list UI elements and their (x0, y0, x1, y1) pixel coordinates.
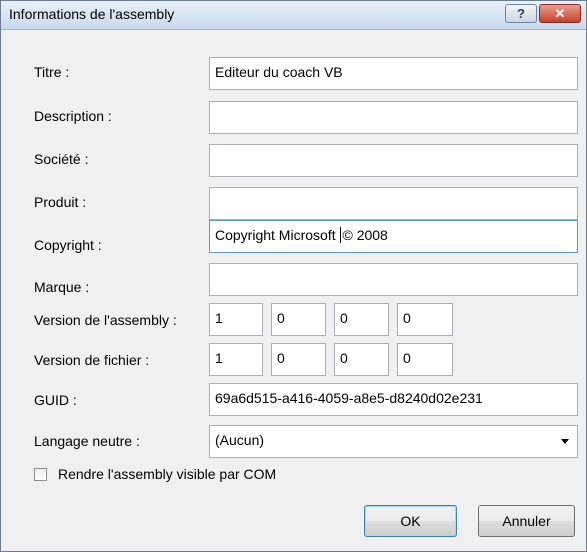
assembly-version-minor[interactable]: 0 (271, 303, 326, 336)
ok-button[interactable]: OK (364, 505, 457, 537)
help-icon: ? (517, 6, 525, 21)
file-version-build[interactable]: 0 (334, 343, 389, 376)
assembly-version-major[interactable]: 1 (209, 303, 263, 336)
product-label: Produit : (34, 194, 87, 210)
file-version-label: Version de fichier : (34, 352, 150, 368)
file-version-revision[interactable]: 0 (397, 343, 453, 376)
com-visible-checkbox[interactable] (34, 468, 47, 481)
company-field[interactable] (209, 144, 578, 177)
title-label: Titre : (34, 64, 70, 80)
copyright-field[interactable]: Copyright Microsoft © 2008 (209, 220, 578, 253)
assembly-version-build[interactable]: 0 (334, 303, 389, 336)
copyright-value-start: Copyright Microsoft (215, 227, 340, 243)
chevron-down-icon[interactable] (561, 439, 569, 444)
neutral-language-select[interactable]: (Aucun) (209, 425, 578, 458)
title-field[interactable]: Editeur du coach VB (209, 57, 578, 90)
company-label: Société : (34, 151, 89, 167)
description-field[interactable] (209, 101, 578, 134)
guid-label: GUID : (34, 392, 77, 408)
trademark-label: Marque : (34, 279, 90, 295)
title-bar[interactable]: Informations de l'assembly ? ✕ (1, 1, 586, 30)
trademark-field[interactable] (209, 263, 578, 296)
assembly-version-revision[interactable]: 0 (397, 303, 453, 336)
file-version-major[interactable]: 1 (209, 343, 263, 376)
product-field[interactable] (209, 187, 578, 220)
cancel-button[interactable]: Annuler (478, 505, 575, 537)
assembly-info-dialog: Informations de l'assembly ? ✕ Titre : E… (0, 0, 587, 552)
close-button[interactable]: ✕ (539, 4, 581, 23)
description-label: Description : (34, 108, 112, 124)
com-visible-label[interactable]: Rendre l'assembly visible par COM (58, 466, 276, 482)
file-version-minor[interactable]: 0 (271, 343, 326, 376)
neutral-language-value: (Aucun) (215, 432, 265, 448)
guid-field[interactable]: 69a6d515-a416-4059-a8e5-d8240d02e231 (209, 383, 578, 416)
copyright-label: Copyright : (34, 237, 102, 253)
close-icon: ✕ (554, 6, 566, 21)
help-button[interactable]: ? (505, 4, 537, 23)
dialog-title: Informations de l'assembly (9, 6, 175, 22)
neutral-language-label: Langage neutre : (34, 433, 140, 449)
copyright-value-end: © 2008 (342, 227, 388, 243)
assembly-version-label: Version de l'assembly : (34, 312, 177, 328)
